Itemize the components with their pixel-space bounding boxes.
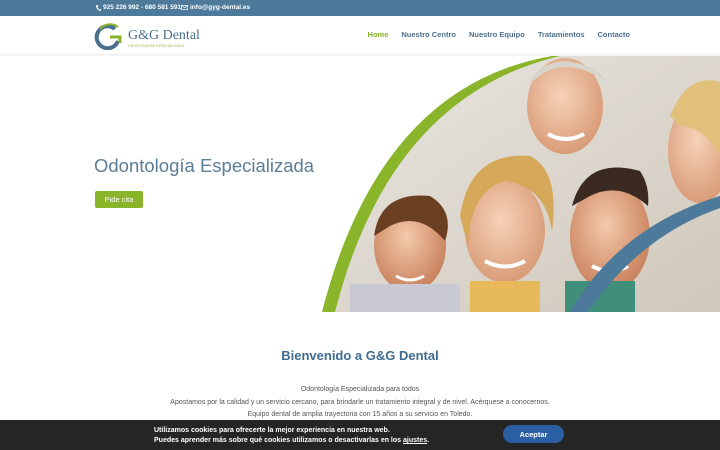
welcome-text: Odontología Especializada para todos Apo… — [0, 384, 720, 422]
email-contact[interactable]: info@gyg-dental.es — [181, 4, 250, 11]
main-nav: Home Nuestro Centro Nuestro Equipo Trata… — [368, 30, 630, 39]
hero-family-photo — [322, 56, 720, 312]
envelope-icon — [181, 5, 188, 10]
phone-contact[interactable]: 925 226 992 - 680 581 591 — [96, 4, 181, 11]
logo-mark-icon — [94, 23, 122, 50]
hero-title: Odontología Especializada — [94, 155, 315, 176]
pide-cita-button[interactable]: Pide cita — [95, 191, 143, 208]
welcome-line-2: Apostamos por la calidad y un servicio c… — [170, 398, 550, 406]
cookie-settings-link[interactable]: ajustes — [403, 437, 427, 444]
page: 925 226 992 - 680 581 591 info@gyg-denta… — [0, 0, 720, 450]
nav-tratamientos[interactable]: Tratamientos — [538, 30, 585, 39]
logo-tagline: ODONTOLOGÍA ESPECIALIZADA — [128, 44, 185, 48]
phone-icon — [96, 4, 101, 11]
site-header: G&G Dental ODONTOLOGÍA ESPECIALIZADA Hom… — [0, 16, 720, 55]
logo-text: G&G Dental — [128, 28, 200, 43]
cookie-line-1: Utilizamos cookies para ofrecerte la mej… — [154, 427, 390, 434]
welcome-title: Bienvenido a G&G Dental — [281, 348, 439, 363]
accept-cookies-button[interactable]: Aceptar — [503, 425, 564, 443]
cookie-line-2-text: Puedes aprender más sobre qué cookies ut… — [154, 437, 403, 444]
cookie-banner: Utilizamos cookies para ofrecerte la mej… — [0, 420, 720, 450]
welcome-line-1: Odontología Especializada para todos — [300, 386, 420, 393]
cookie-line-2: Puedes aprender más sobre qué cookies ut… — [154, 436, 429, 446]
nav-nuestro-equipo[interactable]: Nuestro Equipo — [469, 30, 525, 39]
nav-home[interactable]: Home — [368, 30, 389, 39]
hero-section: Odontología Especializada Pide cita — [0, 56, 720, 312]
cookie-line-2-end: . — [427, 437, 430, 444]
cookie-message: Utilizamos cookies para ofrecerte la mej… — [154, 426, 429, 446]
top-contact-bar: 925 226 992 - 680 581 591 info@gyg-denta… — [0, 0, 720, 16]
email-address: info@gyg-dental.es — [190, 4, 251, 11]
site-logo[interactable]: G&G Dental ODONTOLOGÍA ESPECIALIZADA — [94, 23, 200, 50]
nav-contacto[interactable]: Contacto — [598, 30, 631, 39]
phone-number: 925 226 992 - 680 581 591 — [103, 4, 182, 11]
nav-nuestro-centro[interactable]: Nuestro Centro — [401, 30, 456, 39]
